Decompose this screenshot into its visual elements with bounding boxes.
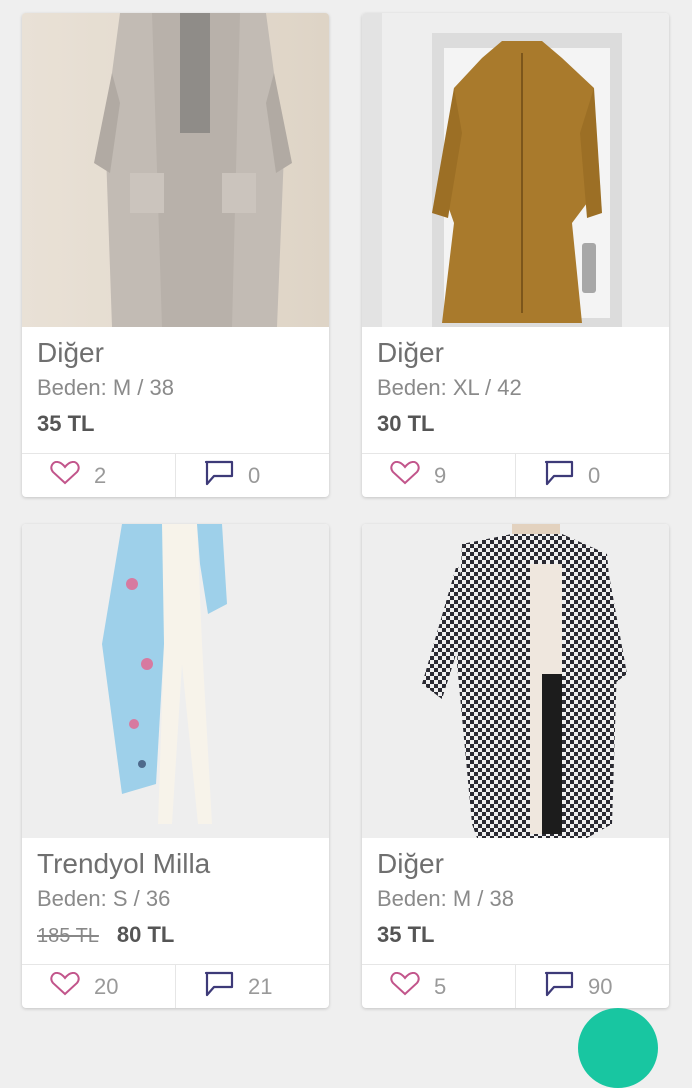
product-size: Beden: M / 38 — [37, 375, 174, 400]
product-size: Beden: M / 38 — [377, 886, 514, 911]
heart-icon — [50, 460, 80, 490]
like-count: 20 — [94, 973, 119, 999]
product-brand: Diğer — [377, 848, 444, 879]
heart-icon — [50, 971, 80, 1001]
comment-button[interactable]: 0 — [515, 454, 669, 497]
product-card[interactable]: Diğer Beden: M / 38 35 TL 2 0 — [22, 13, 329, 497]
card-actions: 2 0 — [22, 453, 329, 497]
product-photo[interactable] — [362, 524, 669, 838]
like-count: 9 — [434, 462, 447, 488]
product-photo[interactable] — [22, 13, 329, 327]
comment-count: 0 — [248, 462, 261, 488]
comment-button[interactable]: 21 — [175, 965, 329, 1008]
like-button[interactable]: 9 — [362, 454, 515, 497]
comment-bubble-icon — [544, 460, 574, 491]
comment-count: 0 — [588, 462, 601, 488]
heart-icon — [390, 971, 420, 1001]
product-card[interactable]: Trendyol Milla Beden: S / 36 185 TL 80 TL… — [22, 524, 329, 1008]
product-price: 80 TL — [116, 922, 175, 947]
product-brand: Diğer — [37, 337, 104, 368]
comment-count: 90 — [588, 973, 613, 999]
product-photo[interactable] — [362, 13, 669, 327]
like-button[interactable]: 20 — [22, 965, 175, 1008]
product-card[interactable]: Diğer Beden: XL / 42 30 TL 9 0 — [362, 13, 669, 497]
heart-icon — [390, 460, 420, 490]
comment-bubble-icon — [204, 460, 234, 491]
product-grid: Diğer Beden: M / 38 35 TL 2 0 Diğer Bede… — [0, 0, 692, 1024]
comment-bubble-icon — [204, 971, 234, 1002]
card-actions: 5 90 — [362, 964, 669, 1008]
product-brand: Trendyol Milla — [37, 848, 211, 879]
comment-button[interactable]: 90 — [515, 965, 669, 1008]
card-actions: 20 21 — [22, 964, 329, 1008]
like-count: 5 — [434, 973, 447, 999]
product-card[interactable]: Diğer Beden: M / 38 35 TL 5 90 — [362, 524, 669, 1008]
like-button[interactable]: 5 — [362, 965, 515, 1008]
product-price: 30 TL — [377, 411, 435, 436]
comment-bubble-icon — [544, 971, 574, 1002]
like-count: 2 — [94, 462, 107, 488]
floating-action-button[interactable] — [578, 1008, 658, 1088]
comment-button[interactable]: 0 — [175, 454, 329, 497]
comment-count: 21 — [248, 973, 273, 999]
product-photo[interactable] — [22, 524, 329, 838]
product-price: 35 TL — [377, 922, 435, 947]
like-button[interactable]: 2 — [22, 454, 175, 497]
product-size: Beden: XL / 42 — [377, 375, 522, 400]
product-brand: Diğer — [377, 337, 444, 368]
card-actions: 9 0 — [362, 453, 669, 497]
product-size: Beden: S / 36 — [37, 886, 171, 911]
product-price: 35 TL — [37, 411, 95, 436]
product-old-price: 185 TL — [37, 925, 99, 947]
